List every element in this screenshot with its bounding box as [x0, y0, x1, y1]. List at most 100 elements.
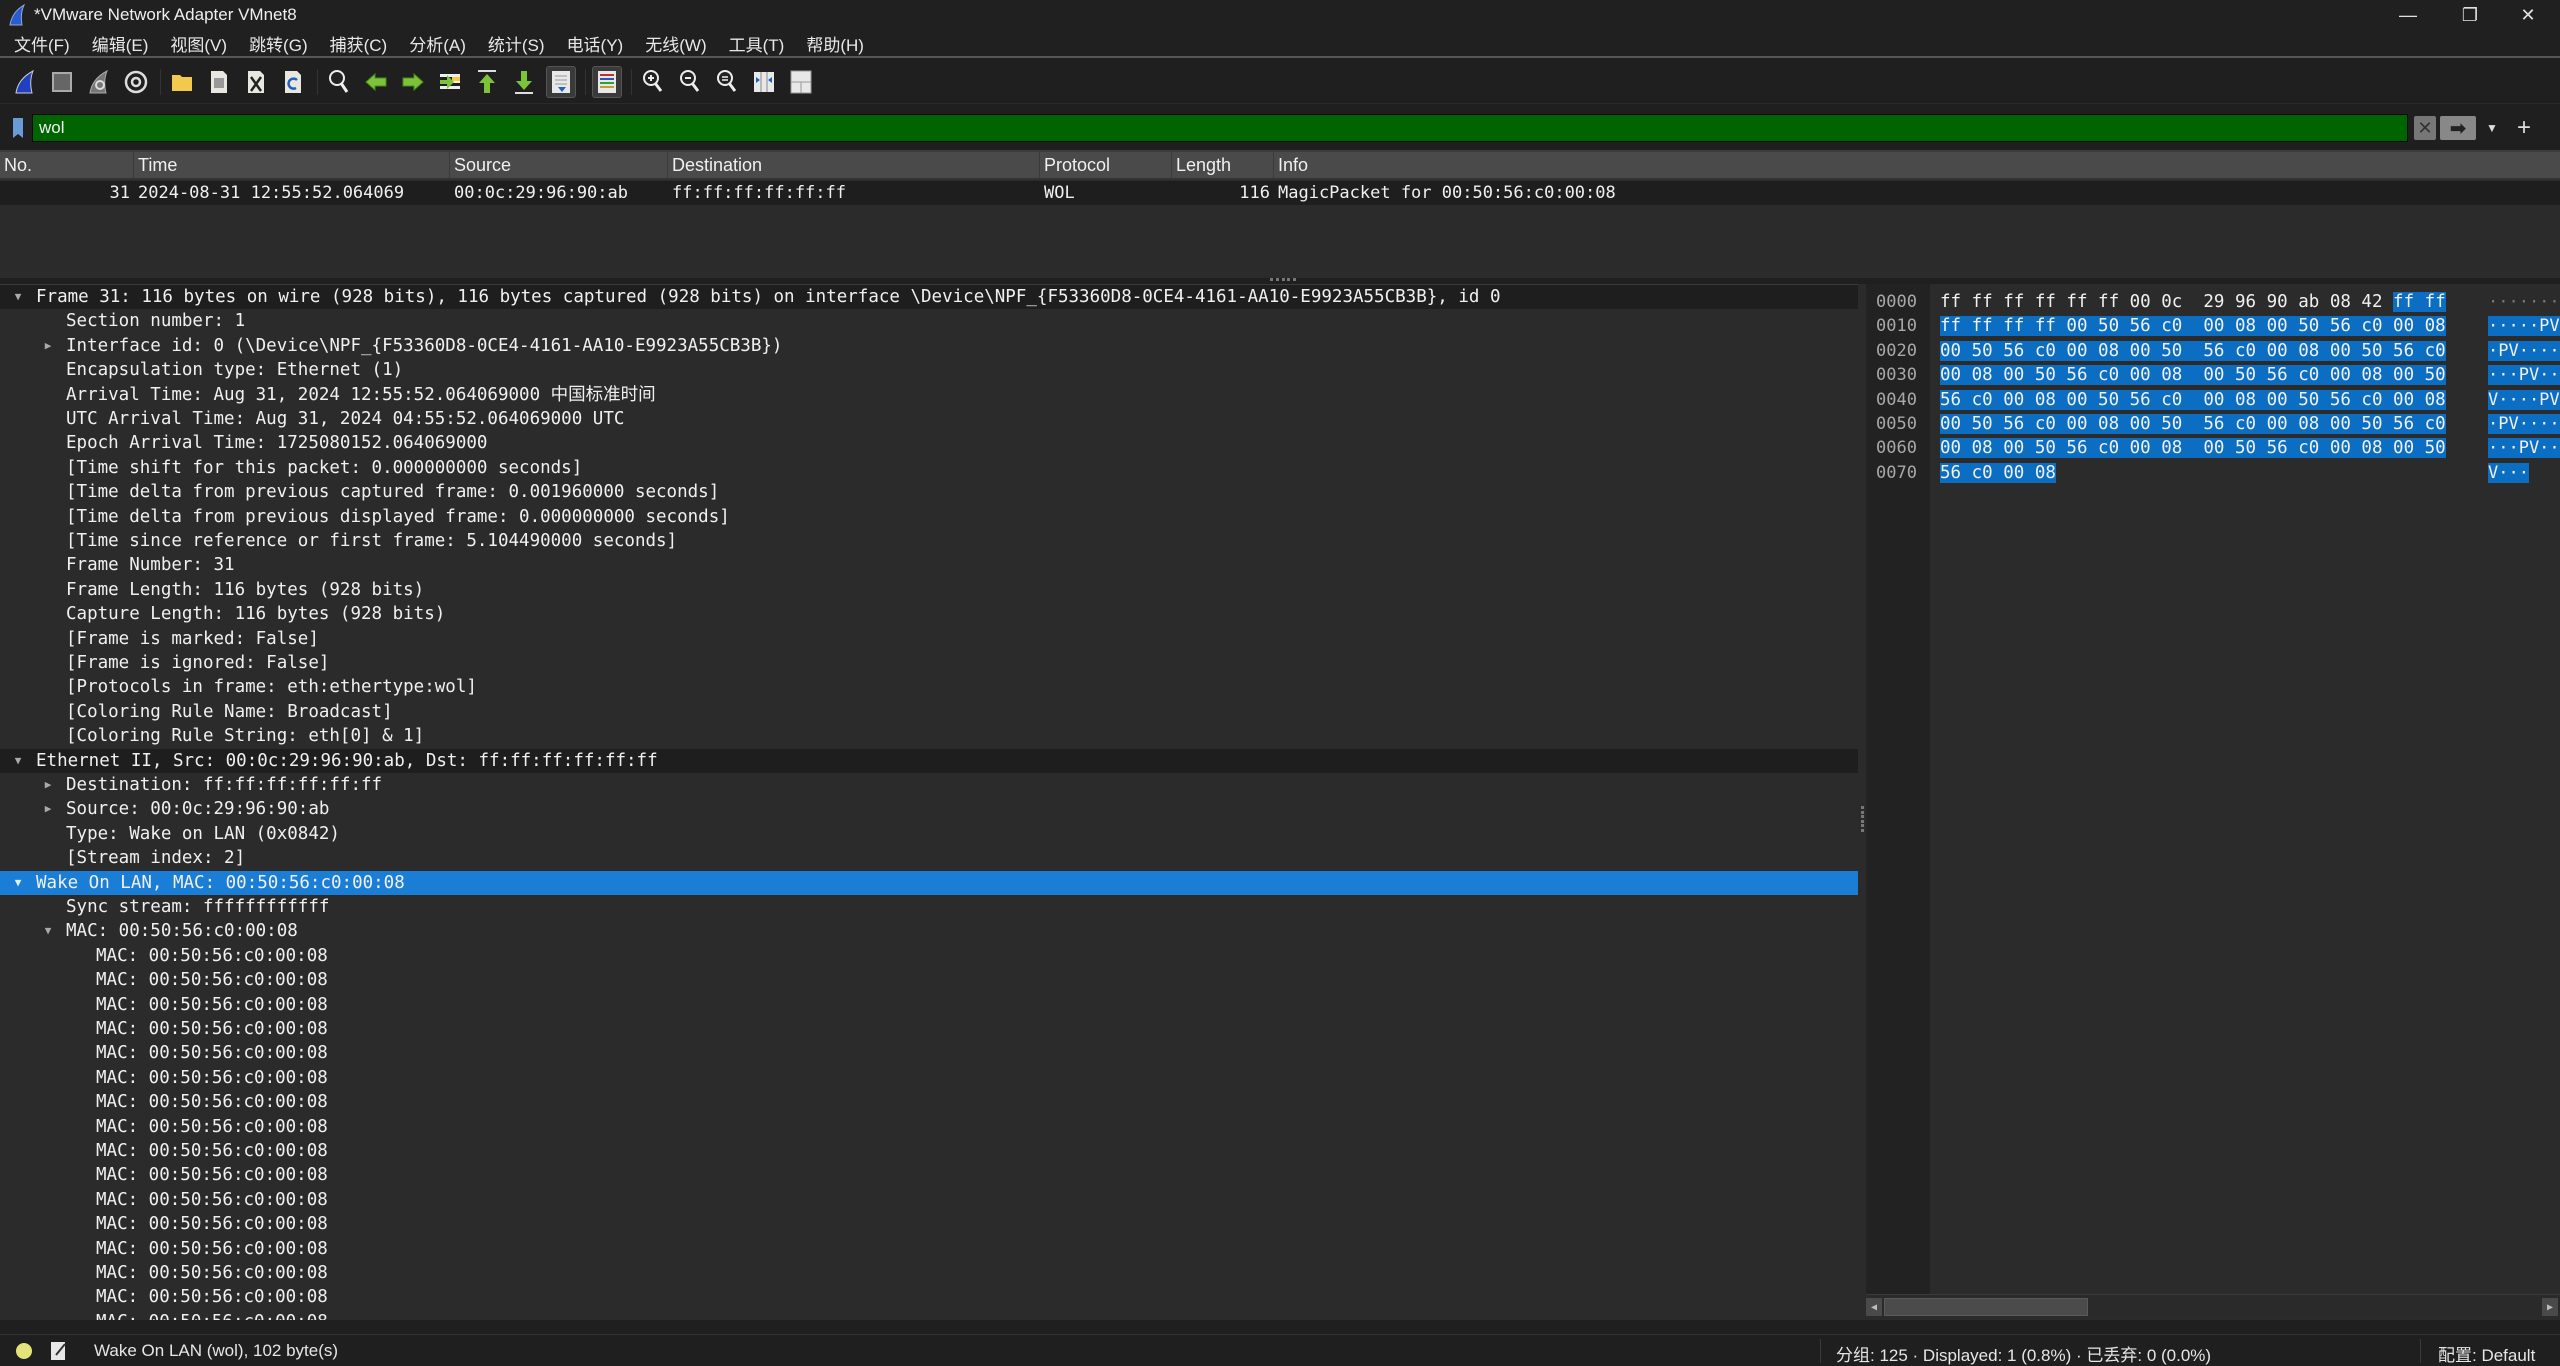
tree-item[interactable]: [Coloring Rule String: eth[0] & 1]	[0, 724, 1858, 748]
tree-item-mac-group[interactable]: ▼ MAC: 00:50:56:c0:00:08	[0, 919, 1858, 943]
tree-item-mac[interactable]: MAC: 00:50:56:c0:00:08	[0, 1041, 1858, 1065]
tree-item[interactable]: [Time delta from previous captured frame…	[0, 480, 1858, 504]
autoscroll-button[interactable]	[546, 65, 576, 98]
tree-item-mac[interactable]: MAC: 00:50:56:c0:00:08	[0, 944, 1858, 968]
pane-splitter-horizontal[interactable]	[1270, 278, 1296, 282]
tree-section-ethernet[interactable]: ▼ Ethernet II, Src: 00:0c:29:96:90:ab, Ds…	[0, 748, 1858, 773]
tree-item[interactable]: [Time delta from previous displayed fram…	[0, 505, 1858, 529]
tree-item[interactable]: Section number: 1	[0, 309, 1858, 333]
tree-item[interactable]: Frame Length: 116 bytes (928 bits)	[0, 578, 1858, 602]
capture-options-button[interactable]	[121, 66, 151, 98]
status-profile[interactable]: 配置: Default	[2438, 1341, 2535, 1366]
tree-item-mac[interactable]: MAC: 00:50:56:c0:00:08	[0, 1310, 1858, 1320]
open-file-button[interactable]	[167, 66, 197, 98]
tree-item-mac[interactable]: MAC: 00:50:56:c0:00:08	[0, 1212, 1858, 1236]
tree-item-mac[interactable]: MAC: 00:50:56:c0:00:08	[0, 1163, 1858, 1187]
tree-item-mac[interactable]: MAC: 00:50:56:c0:00:08	[0, 1115, 1858, 1139]
scrollbar-thumb[interactable]	[1884, 1298, 2088, 1316]
colorize-button[interactable]	[592, 65, 622, 98]
tree-item[interactable]: ▶ Interface id: 0 (\Device\NPF_{F53360D8-…	[0, 334, 1858, 358]
display-filter-input[interactable]	[32, 114, 2408, 142]
filter-history-dropdown[interactable]: ▼	[2482, 116, 2502, 140]
tree-item-mac[interactable]: MAC: 00:50:56:c0:00:08	[0, 1261, 1858, 1285]
tree-item-mac[interactable]: MAC: 00:50:56:c0:00:08	[0, 1237, 1858, 1261]
layout-button[interactable]	[786, 66, 816, 98]
tree-item[interactable]: Capture Length: 116 bytes (928 bits)	[0, 602, 1858, 626]
minimize-button[interactable]: —	[2380, 0, 2436, 30]
close-button[interactable]: ✕	[2500, 0, 2556, 30]
reload-file-button[interactable]	[278, 66, 308, 98]
bytes-horizontal-scrollbar[interactable]: ◀ ▶	[1866, 1294, 2560, 1318]
zoom-out-button[interactable]	[675, 66, 705, 98]
save-file-button[interactable]	[204, 66, 234, 98]
tree-item[interactable]: Epoch Arrival Time: 1725080152.064069000	[0, 431, 1858, 455]
ascii-row[interactable]: ···PV··	[2488, 436, 2560, 460]
go-to-packet-button[interactable]	[435, 66, 465, 98]
column-header-info[interactable]: Info	[1274, 152, 2560, 178]
go-first-packet-button[interactable]	[472, 66, 502, 98]
expand-down-icon[interactable]: ▼	[10, 749, 26, 773]
column-header-time[interactable]: Time	[134, 152, 450, 178]
resize-columns-button[interactable]	[749, 66, 779, 98]
restore-button[interactable]: ❐	[2442, 0, 2498, 30]
expand-right-icon[interactable]: ▶	[40, 773, 56, 797]
tree-item-sync-stream[interactable]: Sync stream: ffffffffffff	[0, 895, 1858, 919]
tree-section-wol[interactable]: ▼ Wake On LAN, MAC: 00:50:56:c0:00:08	[0, 870, 1858, 895]
filter-bookmark-button[interactable]	[8, 115, 28, 141]
tree-item[interactable]: UTC Arrival Time: Aug 31, 2024 04:55:52.…	[0, 407, 1858, 431]
hex-row[interactable]: 00 08 00 50 56 c0 00 08 00 50 56 c0 00 0…	[1940, 436, 2446, 460]
ascii-row[interactable]: V···	[2488, 461, 2529, 485]
ascii-row[interactable]: ···PV··	[2488, 363, 2560, 387]
hex-row[interactable]: ff ff ff ff ff ff 00 0c 29 96 90 ab 08 4…	[1940, 290, 2446, 314]
tree-item[interactable]: Type: Wake on LAN (0x0842)	[0, 822, 1858, 846]
zoom-in-button[interactable]	[638, 66, 668, 98]
tree-item[interactable]: [Time since reference or first frame: 5.…	[0, 529, 1858, 553]
column-header-protocol[interactable]: Protocol	[1040, 152, 1172, 178]
ascii-row[interactable]: ··············	[2488, 290, 2560, 314]
expand-down-icon[interactable]: ▼	[40, 919, 56, 943]
menu-view[interactable]: 视图(V)	[170, 31, 227, 56]
expert-info-led-icon[interactable]	[16, 1343, 32, 1359]
go-back-button[interactable]	[361, 66, 391, 98]
ascii-row[interactable]: ·PV····	[2488, 339, 2560, 363]
column-header-source[interactable]: Source	[450, 152, 668, 178]
go-last-packet-button[interactable]	[509, 66, 539, 98]
start-capture-button[interactable]	[10, 66, 40, 98]
packet-row[interactable]: 31 2024-08-31 12:55:52.064069 00:0c:29:9…	[0, 181, 2560, 205]
tree-item-mac[interactable]: MAC: 00:50:56:c0:00:08	[0, 1139, 1858, 1163]
hex-row[interactable]: 00 08 00 50 56 c0 00 08 00 50 56 c0 00 0…	[1940, 363, 2446, 387]
expand-right-icon[interactable]: ▶	[40, 334, 56, 358]
tree-item[interactable]: ▶ Destination: ff:ff:ff:ff:ff:ff	[0, 773, 1858, 797]
menu-telephony[interactable]: 电话(Y)	[567, 31, 624, 56]
tree-item-mac[interactable]: MAC: 00:50:56:c0:00:08	[0, 1017, 1858, 1041]
stop-capture-button[interactable]	[47, 66, 77, 98]
tree-item[interactable]: [Frame is marked: False]	[0, 627, 1858, 651]
tree-item[interactable]: [Time shift for this packet: 0.000000000…	[0, 456, 1858, 480]
expand-down-icon[interactable]: ▼	[10, 285, 26, 309]
tree-item[interactable]: [Frame is ignored: False]	[0, 651, 1858, 675]
tree-item-mac[interactable]: MAC: 00:50:56:c0:00:08	[0, 1066, 1858, 1090]
column-header-length[interactable]: Length	[1172, 152, 1274, 178]
go-forward-button[interactable]	[398, 66, 428, 98]
ascii-row[interactable]: V····PV	[2488, 388, 2560, 412]
tree-item[interactable]: [Coloring Rule Name: Broadcast]	[0, 700, 1858, 724]
tree-item-mac[interactable]: MAC: 00:50:56:c0:00:08	[0, 1188, 1858, 1212]
restart-capture-button[interactable]	[84, 66, 114, 98]
scroll-left-icon[interactable]: ◀	[1866, 1298, 1882, 1316]
scroll-right-icon[interactable]: ▶	[2542, 1298, 2558, 1316]
tree-item[interactable]: [Protocols in frame: eth:ethertype:wol]	[0, 675, 1858, 699]
menu-go[interactable]: 跳转(G)	[249, 31, 308, 56]
tree-item-mac[interactable]: MAC: 00:50:56:c0:00:08	[0, 993, 1858, 1017]
ascii-row[interactable]: ·····PV	[2488, 314, 2560, 338]
column-header-destination[interactable]: Destination	[668, 152, 1040, 178]
hex-row[interactable]: ff ff ff ff 00 50 56 c0 00 08 00 50 56 c…	[1940, 314, 2446, 338]
menu-analyze[interactable]: 分析(A)	[409, 31, 466, 56]
hex-row[interactable]: 00 50 56 c0 00 08 00 50 56 c0 00 08 00 5…	[1940, 412, 2446, 436]
clear-filter-button[interactable]: ✕	[2414, 116, 2436, 140]
menu-help[interactable]: 帮助(H)	[806, 31, 864, 56]
menu-tools[interactable]: 工具(T)	[729, 31, 785, 56]
menu-statistics[interactable]: 统计(S)	[488, 31, 545, 56]
find-packet-button[interactable]	[324, 66, 354, 98]
expand-down-icon[interactable]: ▼	[10, 871, 26, 895]
tree-item[interactable]: Frame Number: 31	[0, 553, 1858, 577]
